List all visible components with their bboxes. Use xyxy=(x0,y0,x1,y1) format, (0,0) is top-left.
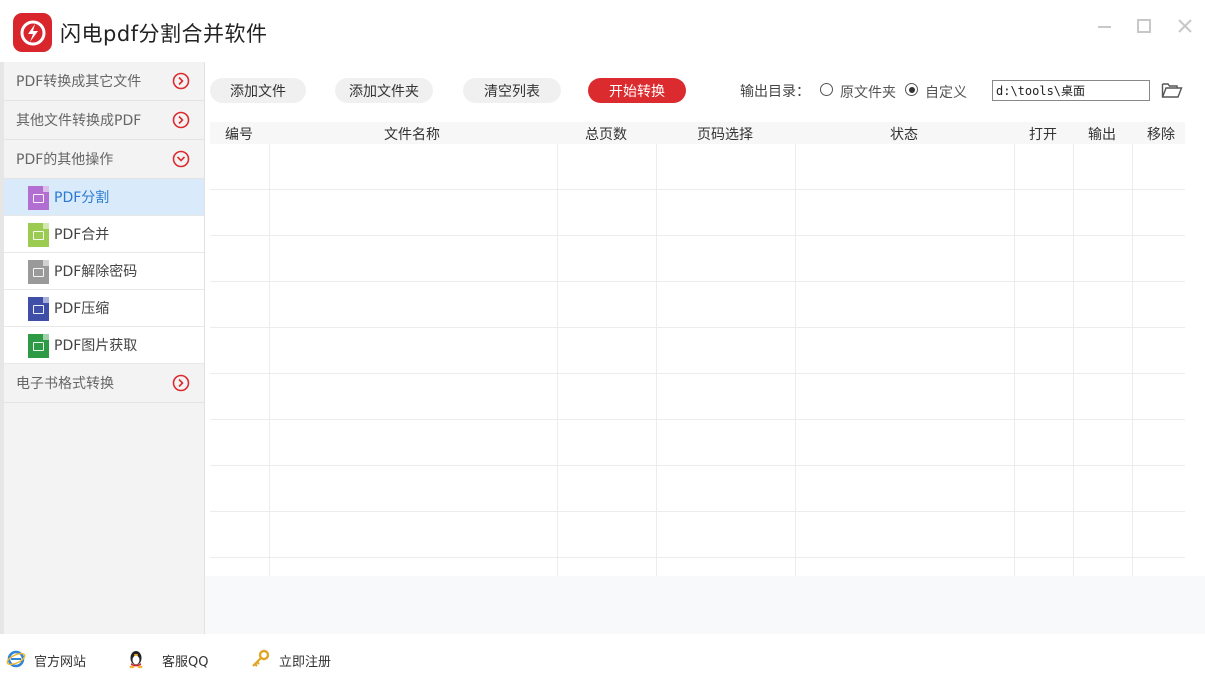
qq-penguin-icon xyxy=(129,651,143,669)
output-dir-label: 输出目录： xyxy=(740,84,810,100)
image-file-icon xyxy=(28,334,49,358)
column-header-id: 编号 xyxy=(225,127,253,143)
column-header-output: 输出 xyxy=(1088,127,1116,143)
app-logo-icon xyxy=(13,13,52,52)
column-header-remove: 移除 xyxy=(1147,127,1175,143)
table-row xyxy=(210,144,1185,190)
title-bar: 闪电pdf分割合并软件 xyxy=(0,0,1205,62)
sidebar-item-label: PDF压缩 xyxy=(54,301,110,317)
chevron-right-icon xyxy=(172,374,190,392)
chevron-right-icon xyxy=(172,111,190,129)
column-header-open: 打开 xyxy=(1029,127,1057,143)
sidebar-item-label: PDF图片获取 xyxy=(54,338,138,354)
toolbar: 添加文件 添加文件夹 清空列表 开始转换 输出目录： 原文件夹 自定义 xyxy=(205,62,1205,118)
category-label: 电子书格式转换 xyxy=(16,376,114,392)
compress-file-icon xyxy=(28,297,49,321)
table-row xyxy=(210,374,1185,420)
table-row xyxy=(210,328,1185,374)
radio-original-folder[interactable] xyxy=(820,83,833,96)
register-now-link[interactable]: 立即注册 xyxy=(279,651,331,670)
output-path-input[interactable] xyxy=(992,80,1150,101)
category-label: PDF转换成其它文件 xyxy=(16,74,142,90)
radio-custom-folder[interactable] xyxy=(905,83,918,96)
column-divider xyxy=(557,144,558,576)
table-row xyxy=(210,420,1185,466)
chevron-right-icon xyxy=(172,72,190,90)
file-table: 编号 文件名称 总页数 页码选择 状态 打开 输出 移除 xyxy=(210,122,1185,576)
unlock-file-icon xyxy=(28,260,49,284)
sidebar-item-pdf-merge[interactable]: PDF合并 xyxy=(4,216,204,253)
maximize-icon[interactable] xyxy=(1134,16,1154,36)
radio-original-folder-label: 原文件夹 xyxy=(840,85,896,101)
column-header-filename: 文件名称 xyxy=(384,127,440,143)
category-label: PDF的其他操作 xyxy=(16,152,114,168)
sidebar-item-pdf-split[interactable]: PDF分割 xyxy=(4,179,204,216)
close-icon[interactable] xyxy=(1175,16,1195,36)
customer-service-qq-link[interactable]: 客服QQ xyxy=(162,651,208,670)
sidebar-item-pdf-image-extract[interactable]: PDF图片获取 xyxy=(4,327,204,364)
column-divider xyxy=(1132,144,1133,576)
start-convert-button[interactable]: 开始转换 xyxy=(588,78,686,103)
app-title: 闪电pdf分割合并软件 xyxy=(60,22,268,46)
footer: 官方网站 客服QQ 立即注册 xyxy=(0,634,1205,679)
sidebar-item-label: PDF分割 xyxy=(54,190,110,206)
add-file-button[interactable]: 添加文件 xyxy=(210,78,306,103)
official-website-link[interactable]: 官方网站 xyxy=(34,651,86,670)
sidebar-category-ebook-convert[interactable]: 电子书格式转换 xyxy=(4,364,204,403)
merge-file-icon xyxy=(28,223,49,247)
table-body xyxy=(210,144,1185,576)
column-header-total-pages: 总页数 xyxy=(585,127,627,143)
column-header-status: 状态 xyxy=(890,127,918,143)
sidebar-category-other-to-pdf[interactable]: 其他文件转换成PDF xyxy=(4,101,204,140)
key-icon xyxy=(252,649,270,667)
table-bottom-area xyxy=(205,576,1205,634)
sidebar-category-pdf-other-ops[interactable]: PDF的其他操作 xyxy=(4,140,204,179)
chevron-down-icon xyxy=(172,150,190,168)
table-row xyxy=(210,282,1185,328)
folder-open-icon[interactable] xyxy=(1161,80,1183,100)
sidebar-category-pdf-to-other[interactable]: PDF转换成其它文件 xyxy=(4,62,204,101)
table-header: 编号 文件名称 总页数 页码选择 状态 打开 输出 移除 xyxy=(210,122,1185,144)
sidebar-item-pdf-compress[interactable]: PDF压缩 xyxy=(4,290,204,327)
sidebar: PDF转换成其它文件 其他文件转换成PDF PDF的其他操作 PDF分割 PDF… xyxy=(4,62,205,634)
category-label: 其他文件转换成PDF xyxy=(16,113,142,129)
column-divider xyxy=(1014,144,1015,576)
column-divider xyxy=(795,144,796,576)
sidebar-item-label: PDF合并 xyxy=(54,227,110,243)
sidebar-item-label: PDF解除密码 xyxy=(54,264,138,280)
add-folder-button[interactable]: 添加文件夹 xyxy=(335,78,433,103)
column-divider xyxy=(1073,144,1074,576)
browser-icon xyxy=(6,650,26,668)
clear-list-button[interactable]: 清空列表 xyxy=(463,78,561,103)
table-row xyxy=(210,466,1185,512)
sidebar-item-pdf-unlock[interactable]: PDF解除密码 xyxy=(4,253,204,290)
table-row xyxy=(210,512,1185,558)
column-divider xyxy=(656,144,657,576)
table-row xyxy=(210,190,1185,236)
column-divider xyxy=(269,144,270,576)
split-file-icon xyxy=(28,186,49,210)
minimize-icon[interactable] xyxy=(1095,16,1115,36)
table-row xyxy=(210,236,1185,282)
radio-custom-folder-label: 自定义 xyxy=(925,85,967,101)
column-header-page-select: 页码选择 xyxy=(697,127,753,143)
